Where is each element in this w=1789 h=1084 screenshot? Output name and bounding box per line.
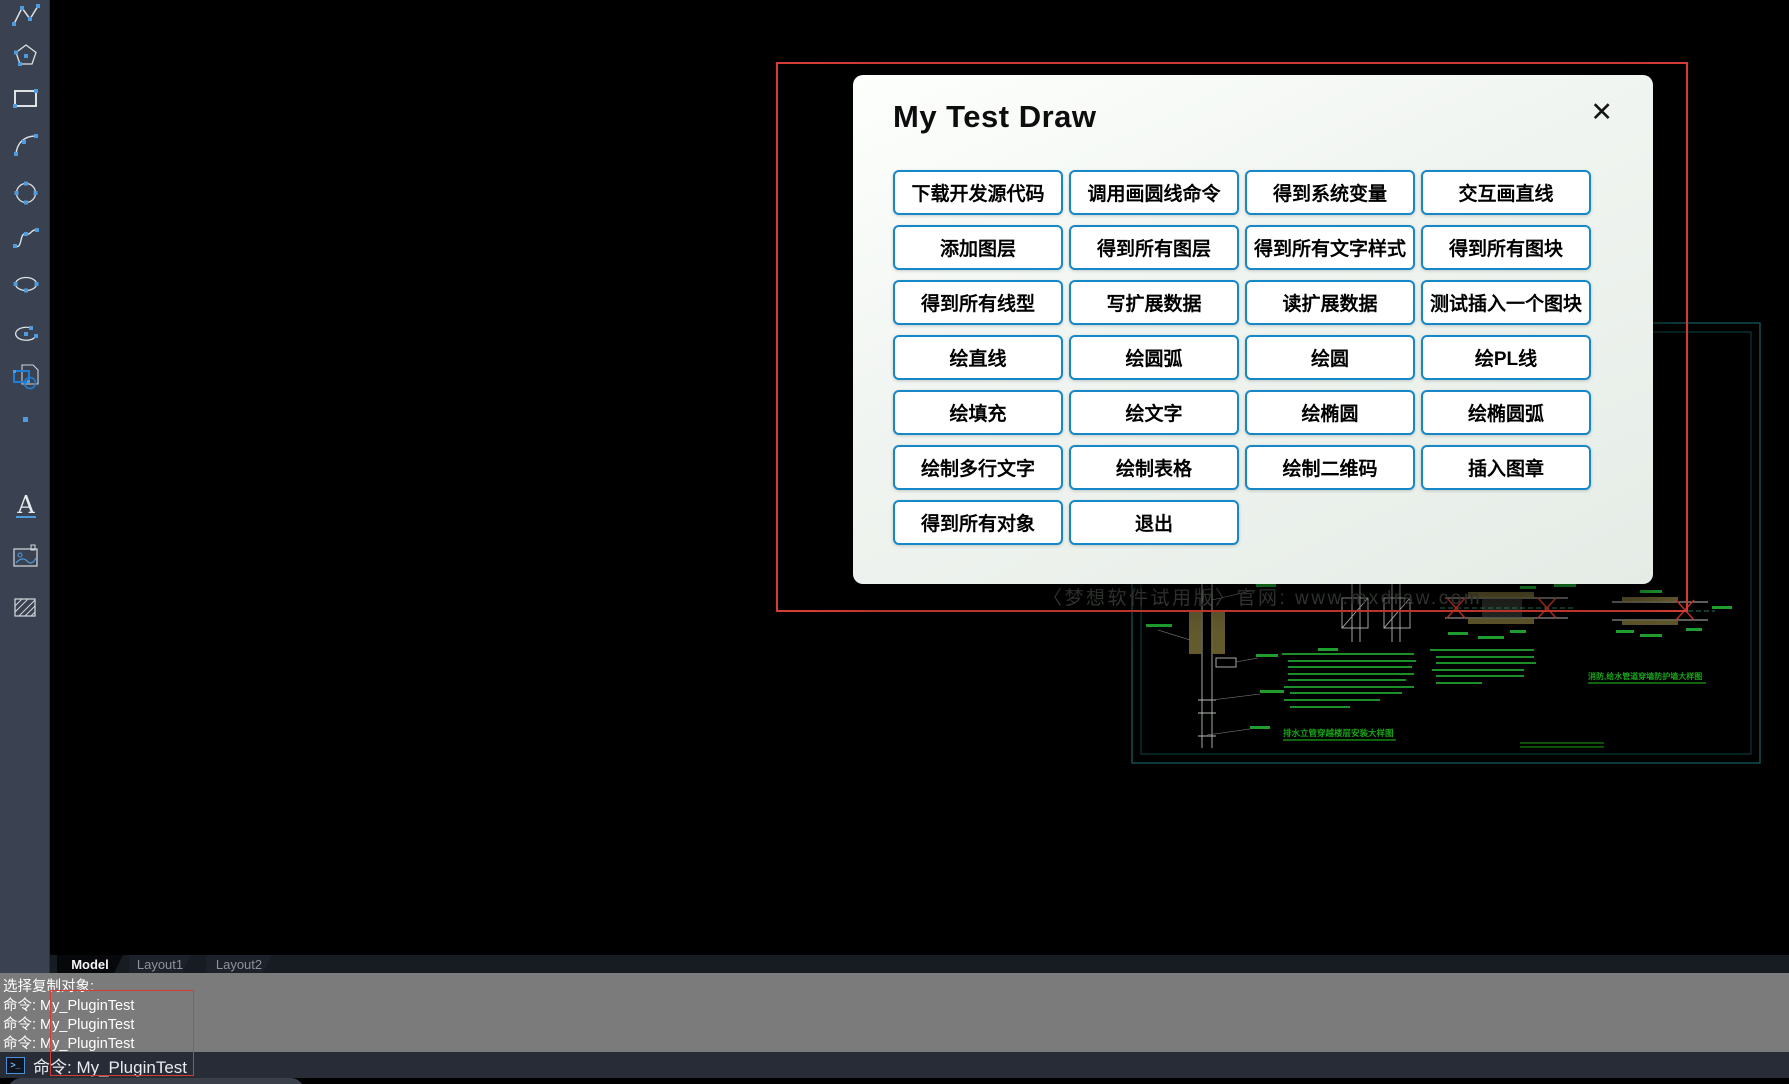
dialog-button[interactable]: 绘椭圆 [1245,390,1415,435]
my-test-draw-dialog: My Test Draw ✕ 下载开发源代码 调用画圆线命令 得到系统变量 交互… [853,75,1653,584]
drawing-title-right: 消防,给水管道穿墙防护墙大样图 [1588,671,1702,681]
dialog-button[interactable]: 得到系统变量 [1245,170,1415,215]
polyline-icon[interactable] [10,0,42,32]
dialog-button[interactable]: 绘制多行文字 [893,445,1063,490]
dialog-button[interactable]: 得到所有图层 [1069,225,1239,270]
tab-layout1[interactable]: Layout1 [129,955,191,973]
insert-block-icon[interactable] [10,361,42,393]
tab-model[interactable]: Model [57,955,123,973]
dialog-button[interactable]: 绘椭圆弧 [1421,390,1591,435]
dialog-button[interactable]: 退出 [1069,500,1239,545]
spline-icon[interactable] [10,222,42,254]
layout-tabbar: Model Layout1 Layout2 [50,955,1789,973]
hatch-icon[interactable] [10,592,42,624]
dialog-button[interactable]: 读扩展数据 [1245,280,1415,325]
dialog-button[interactable]: 绘圆 [1245,335,1415,380]
dialog-button[interactable]: 得到所有线型 [893,280,1063,325]
svg-text:A: A [16,491,35,519]
dialog-button[interactable]: 交互画直线 [1421,170,1591,215]
draw-toolbar: A [0,0,50,973]
dialog-button[interactable]: 绘圆弧 [1069,335,1239,380]
terminal-prompt-icon: >_ [6,1056,25,1074]
image-icon[interactable] [10,541,42,573]
dialog-button[interactable]: 得到所有图块 [1421,225,1591,270]
dialog-button[interactable]: 写扩展数据 [1069,280,1239,325]
dialog-button[interactable]: 绘直线 [893,335,1063,380]
dialog-button[interactable]: 测试插入一个图块 [1421,280,1591,325]
command-history-panel: 选择复制对象: 命令: My_PluginTest 命令: My_PluginT… [0,973,1789,1052]
app-window: 排水立管穿越楼层安装大样图 消防,给水管道穿墙防护墙大样图 〈梦想软件试用版〉官… [0,0,1789,1084]
dialog-button[interactable]: 调用画圆线命令 [1069,170,1239,215]
dialog-button-grid: 下载开发源代码 调用画圆线命令 得到系统变量 交互画直线 添加图层 得到所有图层… [893,170,1591,545]
dialog-button[interactable]: 得到所有文字样式 [1245,225,1415,270]
arc-icon[interactable] [10,129,42,161]
circle-icon[interactable] [10,177,42,209]
drawing-title-center: 排水立管穿越楼层安装大样图 [1283,728,1394,738]
tab-layout2[interactable]: Layout2 [206,955,272,973]
dialog-button[interactable]: 得到所有对象 [893,500,1063,545]
ellipse-arc-icon[interactable] [10,318,42,350]
command-input-row[interactable]: >_ 命令: My_PluginTest [0,1052,1789,1078]
dialog-button[interactable]: 绘PL线 [1421,335,1591,380]
close-icon[interactable]: ✕ [1590,99,1613,126]
dialog-button[interactable]: 绘制表格 [1069,445,1239,490]
coordinates-readout: 76885.700, -18342.765,0.000 [8,1078,304,1084]
ellipse-icon[interactable] [10,268,42,300]
dialog-button[interactable]: 绘文字 [1069,390,1239,435]
dialog-title: My Test Draw [893,99,1097,134]
rectangle-icon[interactable] [10,82,42,114]
dialog-button[interactable]: 下载开发源代码 [893,170,1063,215]
polygon-icon[interactable] [10,40,42,72]
command-highlight-rect [50,990,194,1076]
dialog-button[interactable]: 添加图层 [893,225,1063,270]
dialog-button[interactable]: 插入图章 [1421,445,1591,490]
dialog-button[interactable]: 绘制二维码 [1245,445,1415,490]
dialog-button[interactable]: 绘填充 [893,390,1063,435]
text-icon[interactable]: A [10,490,42,522]
point-icon[interactable] [10,404,42,436]
